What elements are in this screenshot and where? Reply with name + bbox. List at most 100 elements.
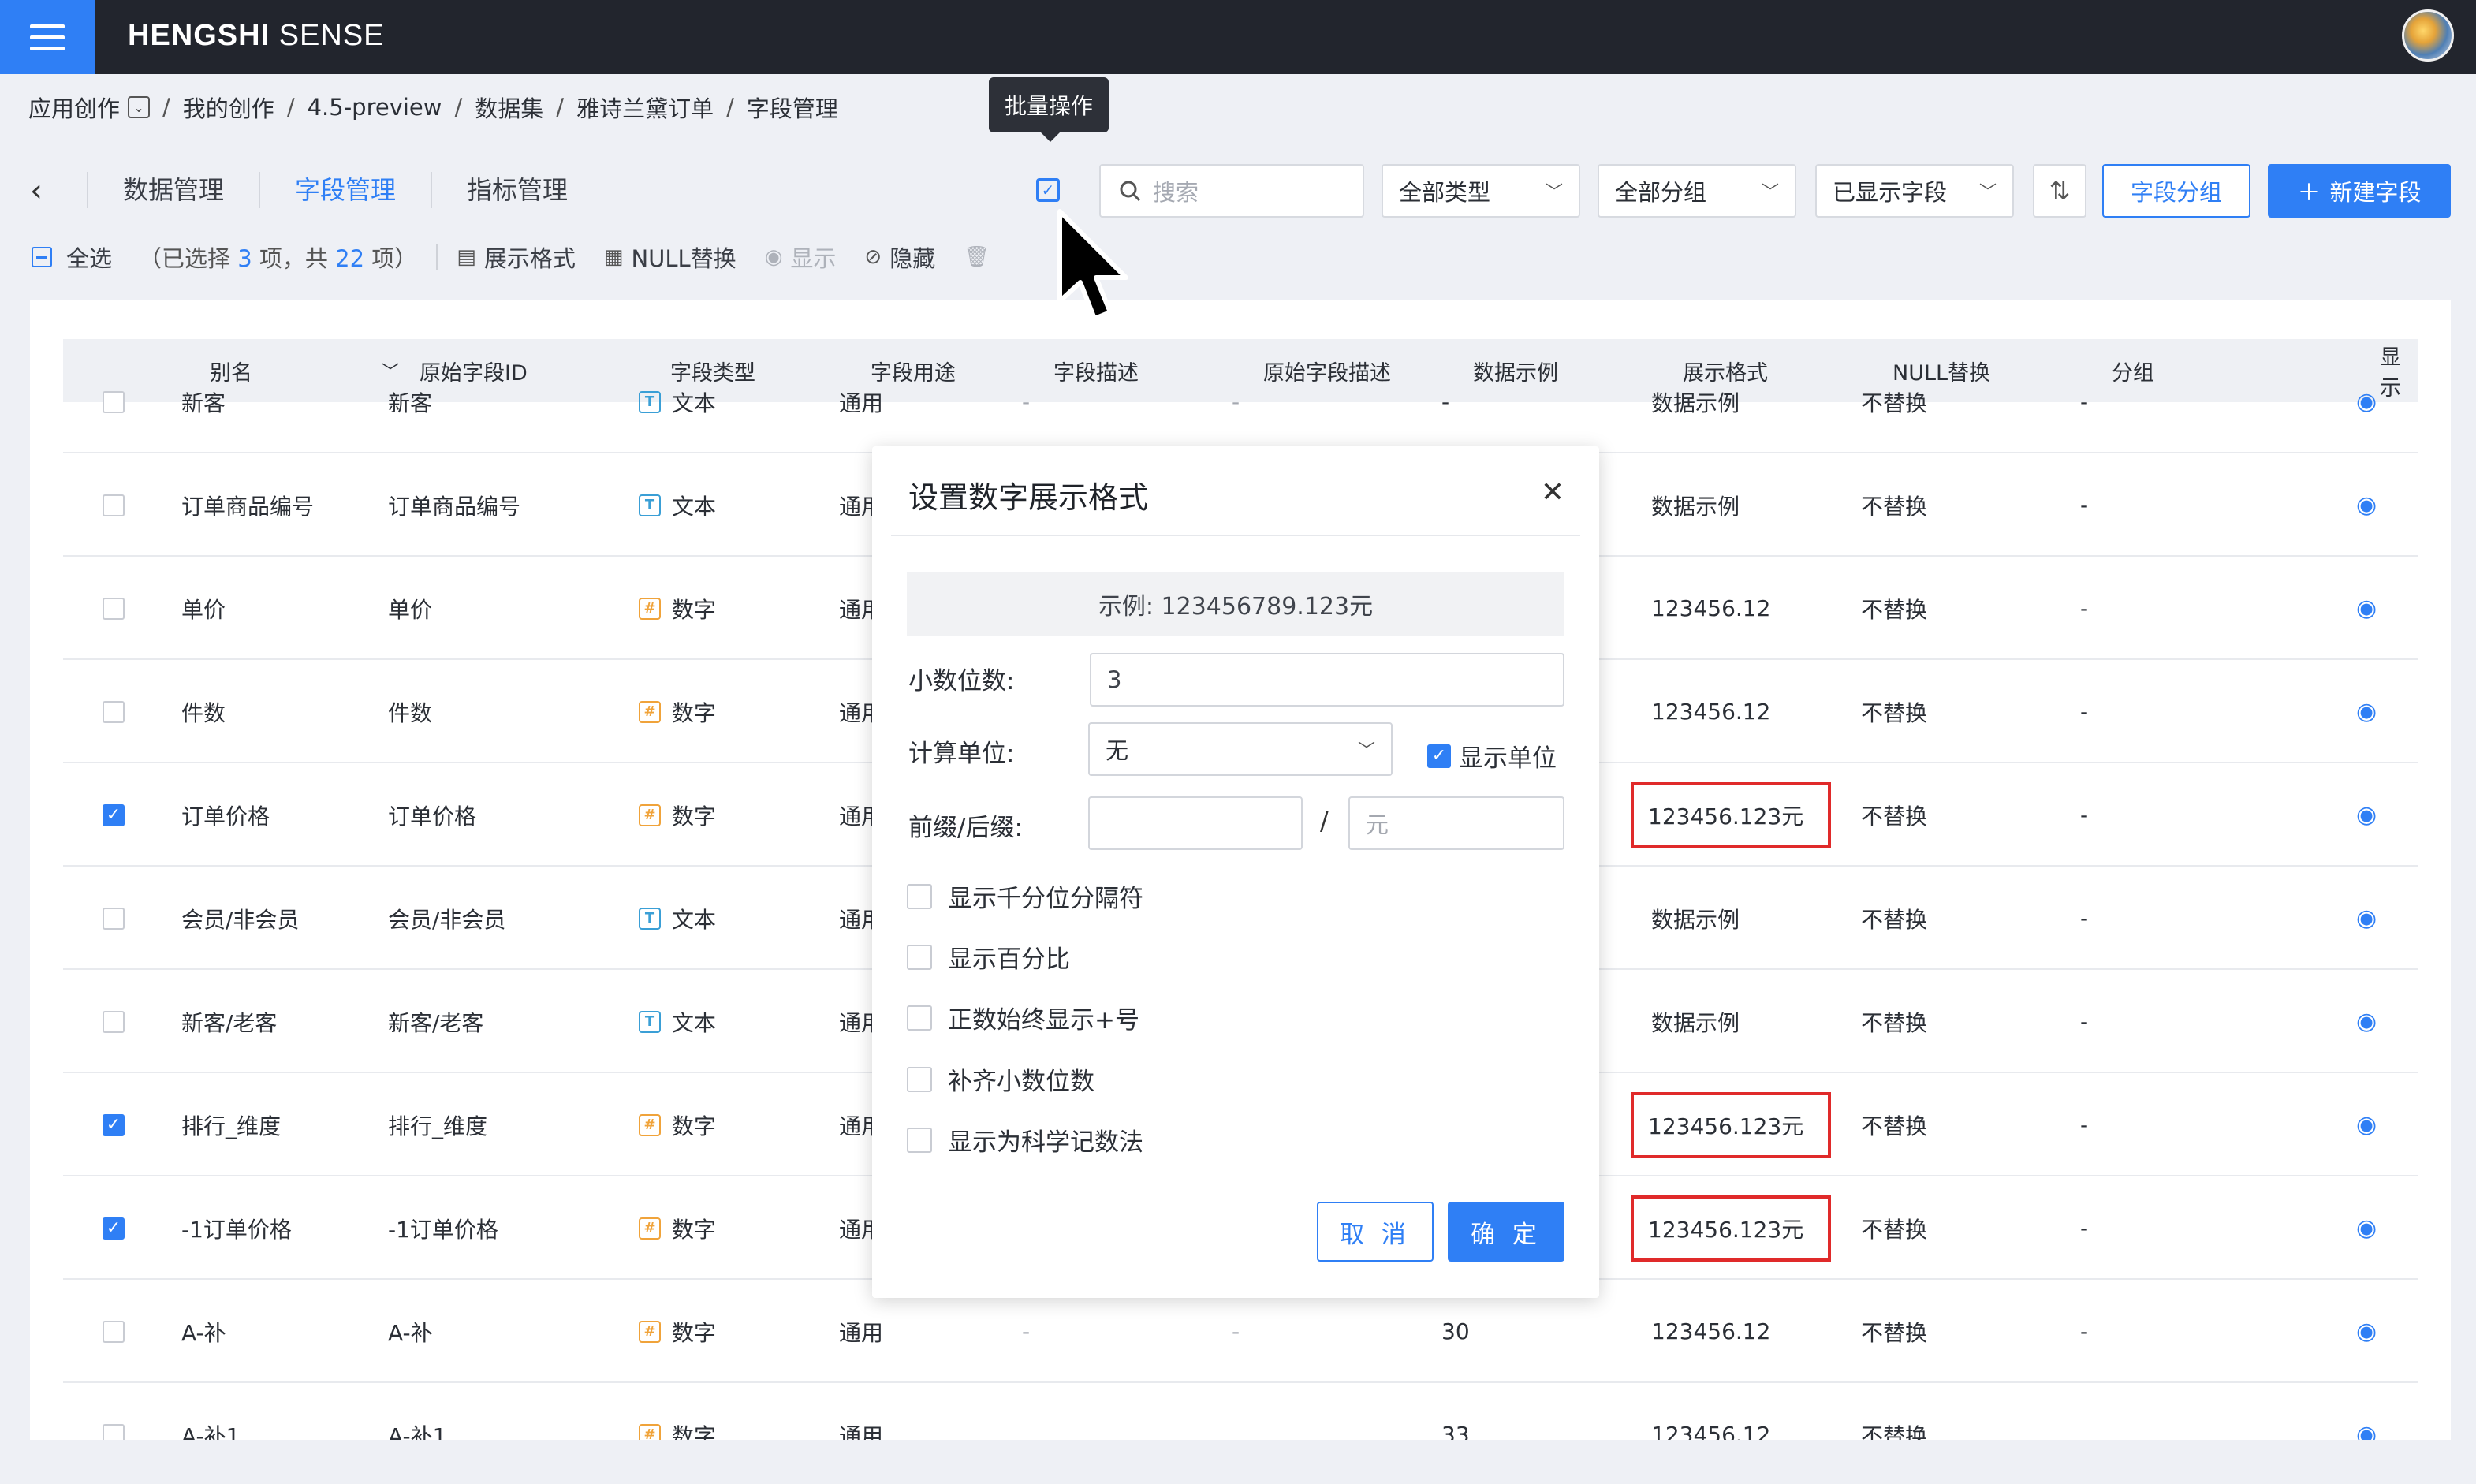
null-icon: ▦	[603, 245, 624, 269]
row-checkbox[interactable]	[103, 1320, 125, 1343]
suffix-input[interactable]: 元	[1348, 796, 1564, 850]
back-icon[interactable]: ‹	[30, 175, 54, 207]
eye-icon[interactable]: ◉	[2356, 1280, 2377, 1383]
row-checkbox[interactable]: ✓	[103, 804, 125, 826]
option-checkbox[interactable]	[907, 1127, 932, 1153]
row-checkbox[interactable]	[103, 390, 125, 413]
hide-icon: ⊘	[864, 245, 882, 269]
eye-icon[interactable]: ◉	[2356, 867, 2377, 970]
percentage-option[interactable]: 显示百分比	[907, 939, 1070, 975]
row-checkbox[interactable]	[103, 1010, 125, 1033]
row-checkbox[interactable]	[103, 907, 125, 930]
tab-data-management[interactable]: 数据管理	[87, 172, 259, 208]
cell-group: -	[2080, 699, 2089, 725]
new-field-button[interactable]: ＋新建字段	[2268, 164, 2451, 218]
search-icon	[1120, 181, 1141, 202]
thousands-separator-option[interactable]: 显示千分位分隔符	[907, 878, 1143, 914]
option-checkbox[interactable]	[907, 944, 932, 970]
row-checkbox[interactable]: ✓	[103, 1113, 125, 1136]
cell-type-wrap: # 数字	[639, 1383, 716, 1440]
cell-type: 数字	[672, 699, 717, 726]
decimals-input[interactable]: 3	[1090, 653, 1564, 707]
show-button[interactable]: ◉ 显示	[765, 240, 837, 274]
cell-null: 不替换	[1861, 1113, 1928, 1139]
show-unit-toggle[interactable]: ✓ 显示单位	[1427, 738, 1557, 774]
delete-button[interactable]: 🗑	[964, 245, 990, 269]
cell-format-wrap: 数据示例	[1651, 453, 1740, 557]
cell-format: 数据示例	[1651, 493, 1740, 520]
text-type-icon: T	[639, 494, 661, 516]
cell-alias: 新客	[181, 390, 226, 416]
cancel-button[interactable]: 取 消	[1317, 1202, 1434, 1262]
cell-format: 123456.12	[1651, 1318, 1771, 1344]
eye-icon[interactable]: ◉	[2356, 660, 2377, 763]
cell-format-wrap: 123456.123元	[1631, 1176, 1831, 1280]
breadcrumb-item[interactable]: 4.5-preview	[308, 94, 442, 121]
cell-type-wrap: T 文本	[639, 453, 716, 557]
eye-icon[interactable]: ◉	[2356, 453, 2377, 557]
row-checkbox[interactable]	[103, 1423, 125, 1440]
unit-select[interactable]: 无 ﹀	[1088, 722, 1393, 776]
number-type-icon: #	[639, 700, 661, 723]
breadcrumb-app-select[interactable]: 应用创作 ⌄	[28, 91, 151, 124]
eye-icon[interactable]: ◉	[2356, 1383, 2377, 1440]
avatar[interactable]	[2402, 9, 2454, 62]
chevron-down-icon: ﹀	[1761, 183, 1779, 203]
option-checkbox[interactable]	[907, 1066, 932, 1092]
eye-icon[interactable]: ◉	[2356, 763, 2377, 867]
eye-icon[interactable]: ◉	[2356, 970, 2377, 1073]
format-icon: ▤	[457, 245, 476, 269]
breadcrumb-item[interactable]: 数据集	[475, 91, 543, 124]
confirm-button[interactable]: 确 定	[1448, 1202, 1564, 1262]
row-checkbox-cell	[103, 867, 125, 970]
scientific-notation-option[interactable]: 显示为科学记数法	[907, 1122, 1143, 1158]
cell-desc: -	[1022, 389, 1031, 415]
row-checkbox-cell: ✓	[103, 1176, 125, 1280]
row-checkbox[interactable]	[103, 700, 125, 723]
select-all-label[interactable]: 全选	[66, 240, 112, 274]
format-button[interactable]: ▤ 展示格式	[457, 240, 576, 274]
show-unit-checkbox[interactable]: ✓	[1427, 744, 1451, 768]
eye-icon[interactable]: ◉	[2356, 1176, 2377, 1280]
batch-operation-icon[interactable]: ✓	[1036, 178, 1060, 202]
prefix-input[interactable]	[1088, 796, 1303, 850]
cell-id: -1订单价格	[388, 1216, 498, 1243]
cell-format: 123456.12	[1651, 699, 1771, 725]
plus-sign-option[interactable]: 正数始终显示+号	[907, 1000, 1139, 1035]
eye-icon[interactable]: ◉	[2356, 557, 2377, 660]
group-filter-select[interactable]: 全部分组 ﹀	[1598, 164, 1796, 218]
cell-id: 件数	[388, 699, 433, 726]
field-group-button[interactable]: 字段分组	[2102, 164, 2250, 218]
cell-group: -	[2080, 905, 2089, 931]
row-checkbox[interactable]	[103, 494, 125, 516]
number-type-icon: #	[639, 1320, 661, 1343]
cell-sample: -	[1441, 389, 1450, 415]
select-all-checkbox[interactable]	[32, 247, 52, 267]
prefix-suffix-divider: /	[1320, 806, 1329, 836]
option-checkbox[interactable]	[907, 1005, 932, 1031]
pad-decimals-option[interactable]: 补齐小数位数	[907, 1061, 1094, 1097]
breadcrumb-item[interactable]: 我的创作	[183, 91, 274, 124]
row-checkbox[interactable]	[103, 597, 125, 620]
tab-field-management[interactable]: 字段管理	[259, 172, 431, 208]
cell-type-wrap: # 数字	[639, 557, 716, 660]
hide-button[interactable]: ⊘ 隐藏	[864, 240, 935, 274]
type-filter-select[interactable]: 全部类型 ﹀	[1382, 164, 1580, 218]
display-filter-select[interactable]: 已显示字段 ﹀	[1815, 164, 2014, 218]
unit-label: 计算单位:	[908, 740, 1015, 768]
eye-icon[interactable]: ◉	[2356, 1073, 2377, 1176]
cell-null: 不替换	[1861, 1422, 1928, 1441]
cell-sample: 33	[1441, 1422, 1470, 1440]
sort-icon[interactable]: ⇅	[2033, 164, 2086, 218]
menu-icon[interactable]	[0, 0, 95, 74]
tab-bar: 数据管理 字段管理 指标管理	[87, 172, 602, 208]
eye-icon[interactable]: ◉	[2356, 350, 2377, 453]
close-icon[interactable]: ✕	[1541, 476, 1564, 509]
row-checkbox[interactable]: ✓	[103, 1217, 125, 1240]
option-checkbox[interactable]	[907, 883, 932, 909]
tab-metric-management[interactable]: 指标管理	[431, 172, 602, 208]
breadcrumb-item[interactable]: 雅诗兰黛订单	[576, 91, 714, 124]
cell-alias: 件数	[181, 699, 226, 726]
null-replace-button[interactable]: ▦ NULL替换	[604, 240, 736, 274]
cell-type: 数字	[672, 803, 717, 830]
